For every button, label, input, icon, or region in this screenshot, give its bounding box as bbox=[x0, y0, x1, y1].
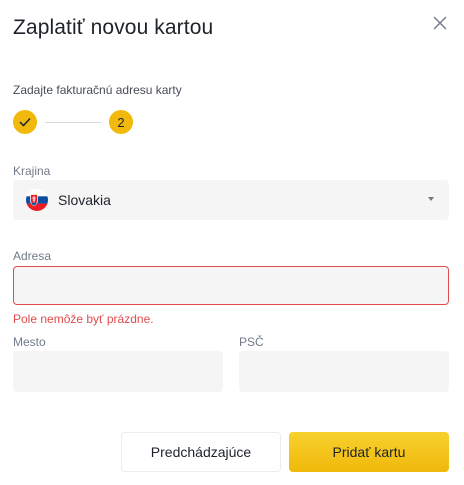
country-label: Krajina bbox=[13, 164, 51, 178]
address-input[interactable] bbox=[13, 266, 449, 305]
address-error-message: Pole nemôže byť prázdne. bbox=[13, 312, 154, 326]
add-card-dialog: Zaplatiť novou kartou Zadajte fakturačnú… bbox=[0, 0, 464, 485]
city-input[interactable] bbox=[13, 351, 223, 392]
postal-code-label: PSČ bbox=[239, 335, 264, 349]
dialog-title: Zaplatiť novou kartou bbox=[13, 16, 214, 39]
previous-button[interactable]: Predchádzajúce bbox=[121, 432, 281, 472]
close-icon[interactable] bbox=[431, 14, 449, 32]
city-label: Mesto bbox=[13, 335, 46, 349]
country-select[interactable]: Slovakia bbox=[13, 180, 449, 220]
postal-code-input[interactable] bbox=[239, 351, 449, 392]
step-1-completed bbox=[13, 110, 37, 134]
billing-subtitle: Zadajte fakturačnú adresu karty bbox=[13, 83, 182, 97]
address-label: Adresa bbox=[13, 249, 52, 263]
slovakia-flag-icon bbox=[26, 189, 48, 211]
country-value: Slovakia bbox=[58, 192, 111, 208]
chevron-down-icon bbox=[428, 197, 434, 201]
stepper: 2 bbox=[13, 110, 143, 136]
step-connector bbox=[45, 122, 101, 123]
add-card-button[interactable]: Pridať kartu bbox=[289, 432, 449, 472]
check-icon bbox=[19, 117, 31, 127]
step-2-active: 2 bbox=[109, 110, 133, 134]
